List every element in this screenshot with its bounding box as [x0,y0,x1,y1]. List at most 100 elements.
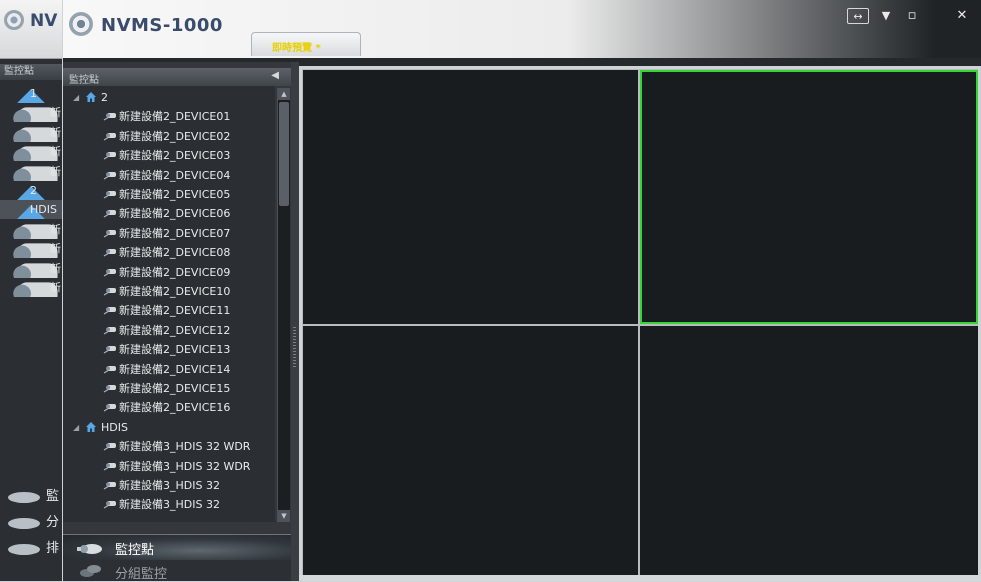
tree-group[interactable]: ◢ 2 [63,88,275,107]
background-panel-header: 監控點 [0,64,62,80]
tree-device-label: 新建設備2_DEVICE02 [119,129,231,143]
home-icon [86,421,96,432]
maximize-icon[interactable]: ▫ [901,8,923,24]
tree-device-label: 新建設備2_DEVICE01 [119,110,231,124]
background-window-titlebar: NV [0,0,62,59]
group-cameras-icon [80,565,101,577]
title-bar: NVMS-1000 即時預覽 * ↔ ▼ ▫ ✕ [63,0,981,58]
camera-icon [103,307,116,315]
tree-device-label: 新建設備3_HDIS 32 [119,498,220,512]
tree-device[interactable]: 新建設備2_DEVICE13 [63,340,275,359]
bg-nav-item: 監 [0,484,62,510]
main-window: NVMS-1000 即時預覽 * ↔ ▼ ▫ ✕ 監控點 ◀ ◢ 2 新建設備2_D… [63,0,981,582]
tree-device[interactable]: 新建設備2_DEVICE15 [63,379,275,398]
expand-triangle-icon[interactable]: ◢ [73,418,79,437]
nav-monitor-points-label: 監控點 [115,543,155,558]
tree-device[interactable]: 新建設備2_DEVICE03 [63,146,275,165]
background-window: NV 監控點 1 新新新新 2 HDIS 新新新新 監分排 [0,0,62,581]
bg-tree-group-label: HDIS [30,203,57,217]
tree-device-label: 新建設備2_DEVICE16 [119,401,231,415]
camera-icon [103,152,116,160]
camera-icon [103,443,116,451]
bg-tree-device: 新 [0,103,62,123]
video-cell-2-selected[interactable] [640,70,978,324]
tree-device-label: 新建設備2_DEVICE04 [119,168,231,182]
camera-icon [103,229,116,238]
scroll-thumb[interactable] [279,102,289,206]
tree-device[interactable]: 新建設備2_DEVICE14 [63,360,275,379]
tree-device[interactable]: 新建設備2_DEVICE08 [63,243,275,262]
bg-tree-device: 新 [0,220,62,239]
expand-triangle-icon[interactable]: ◢ [73,88,79,107]
panel-header: 監控點 ◀ [63,68,291,86]
collapse-panel-icon[interactable]: ◀ [271,70,279,81]
tree-device-label: 新建設備3_HDIS 32 [119,479,220,492]
splitter-grip [293,327,296,367]
bg-nav-item: 分 [0,510,62,536]
tree-device[interactable]: 新建設備2_DEVICE09 [63,263,275,282]
camera-icon [103,346,116,354]
nav-icon [8,492,40,503]
bg-tree-device-label: 新 [50,242,61,256]
tree-device[interactable]: 新建設備2_DEVICE16 [63,398,275,417]
monitor-point-panel: 監控點 ◀ ◢ 2 新建設備2_DEVICE01 新建設備2_DEVICE02 新建設備… [63,62,291,582]
scroll-up-icon[interactable]: ▲ [278,88,290,100]
close-icon[interactable]: ✕ [951,8,973,24]
tree-device-label: 新建設備2_DEVICE08 [119,246,231,260]
bg-tree-device-label: 新 [50,261,61,275]
tree-device[interactable]: 新建設備2_DEVICE11 [63,301,275,320]
bg-nav-item: 排 [0,536,62,562]
panel-splitter[interactable] [291,62,299,581]
app-title: NVMS-1000 [101,15,223,36]
camera-icon [103,462,116,471]
nav-icon [8,544,40,555]
bg-tree-device-label: 新 [50,164,61,178]
camera-icon [103,268,116,277]
tree-device[interactable]: 新建設備2_DEVICE10 [63,282,275,301]
app-logo-icon [69,12,93,36]
camera-icon [103,501,116,509]
tree-device[interactable]: 新建設備2_DEVICE04 [63,166,275,185]
dropdown-icon[interactable]: ▼ [875,8,897,24]
tree-device-label: 新建設備2_DEVICE14 [119,362,231,376]
bg-tree-group-label: 2 [30,184,37,197]
video-cell-4[interactable] [640,326,978,577]
tab-live-preview[interactable]: 即時預覽 * [251,32,361,56]
video-cell-3[interactable] [303,326,638,577]
nav-monitor-points[interactable]: 監控點 [63,534,291,561]
tree-device[interactable]: 新建設備3_HDIS 32 [63,495,275,514]
camera-icon [103,385,116,393]
camera-icon [103,191,116,199]
tree-device-label: 新建設備2_DEVICE11 [119,304,231,318]
tree-device[interactable]: 新建設備3_HDIS 32 WDR [63,437,275,456]
resize-arrows-icon[interactable]: ↔ [847,8,869,24]
video-cell-1[interactable] [303,70,638,324]
tree-device-label: 新建設備2_DEVICE13 [119,343,231,357]
tree-device[interactable]: 新建設備2_DEVICE02 [63,127,275,146]
tree-scrollbar[interactable]: ▲ ▼ [277,88,290,522]
bg-tree-device-label: 新 [50,281,61,294]
tree-device[interactable]: 新建設備2_DEVICE12 [63,321,275,340]
bg-tree-group: 2 [0,181,62,200]
app-logo-icon [4,10,24,30]
background-window-title: NV [30,11,58,31]
tree-device[interactable]: 新建設備3_HDIS 32 WDR [63,457,275,476]
tree-device[interactable]: 新建設備2_DEVICE06 [63,204,275,223]
tree-device[interactable]: 新建設備2_DEVICE05 [63,185,275,204]
tab-label: 即時預覽 * [272,43,321,54]
camera-icon [77,544,102,554]
tree-device[interactable]: 新建設備2_DEVICE01 [63,107,275,126]
nav-group-monitoring[interactable]: 分組監控 [63,560,291,582]
tree-group-label: HDIS [101,420,128,434]
scroll-down-icon[interactable]: ▼ [278,510,290,522]
tree-device-label: 新建設備2_DEVICE10 [119,285,231,298]
camera-icon [103,365,116,374]
tree-group[interactable]: ◢ HDIS [63,418,275,437]
tree-device[interactable]: 新建設備2_DEVICE07 [63,224,275,243]
bg-tree-device: 新 [0,123,62,142]
bg-tree-device-label: 新 [50,145,61,159]
video-toolbar [299,575,981,581]
camera-icon [103,404,116,412]
tree-group-label: 2 [101,91,108,104]
tree-device[interactable]: 新建設備3_HDIS 32 [63,476,275,495]
